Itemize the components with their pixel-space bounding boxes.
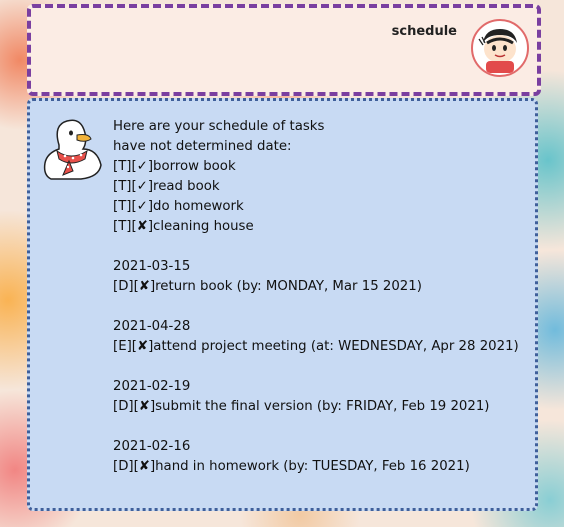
user-message-text: schedule — [391, 24, 457, 39]
duck-with-scarf-icon — [43, 119, 102, 180]
undated-task: [T][✘]cleaning house — [113, 219, 254, 234]
bot-message-text: Here are your schedule of tasks have not… — [113, 117, 523, 477]
cartoon-boy-avatar-icon — [474, 22, 526, 74]
undated-task: [T][✓]borrow book — [113, 159, 236, 174]
undated-task: [T][✓]do homework — [113, 199, 244, 214]
header-line: Here are your schedule of tasks — [113, 119, 325, 134]
dated-task: [D][✘]submit the final version (by: FRID… — [113, 399, 490, 414]
date-heading: 2021-03-15 — [113, 259, 191, 274]
date-heading: 2021-02-16 — [113, 439, 191, 454]
dated-task: [D][✘]hand in homework (by: TUESDAY, Feb… — [113, 459, 470, 474]
date-heading: 2021-04-28 — [113, 319, 191, 334]
bot-avatar — [41, 115, 105, 181]
user-avatar — [471, 19, 529, 77]
date-heading: 2021-02-19 — [113, 379, 191, 394]
dated-task: [E][✘]attend project meeting (at: WEDNES… — [113, 339, 519, 354]
bot-message-bubble: Here are your schedule of tasks have not… — [27, 98, 538, 511]
undated-task: [T][✓]read book — [113, 179, 220, 194]
dated-task: [D][✘]return book (by: MONDAY, Mar 15 20… — [113, 279, 422, 294]
user-message-bubble: schedule — [27, 4, 541, 96]
header-line: have not determined date: — [113, 139, 292, 154]
